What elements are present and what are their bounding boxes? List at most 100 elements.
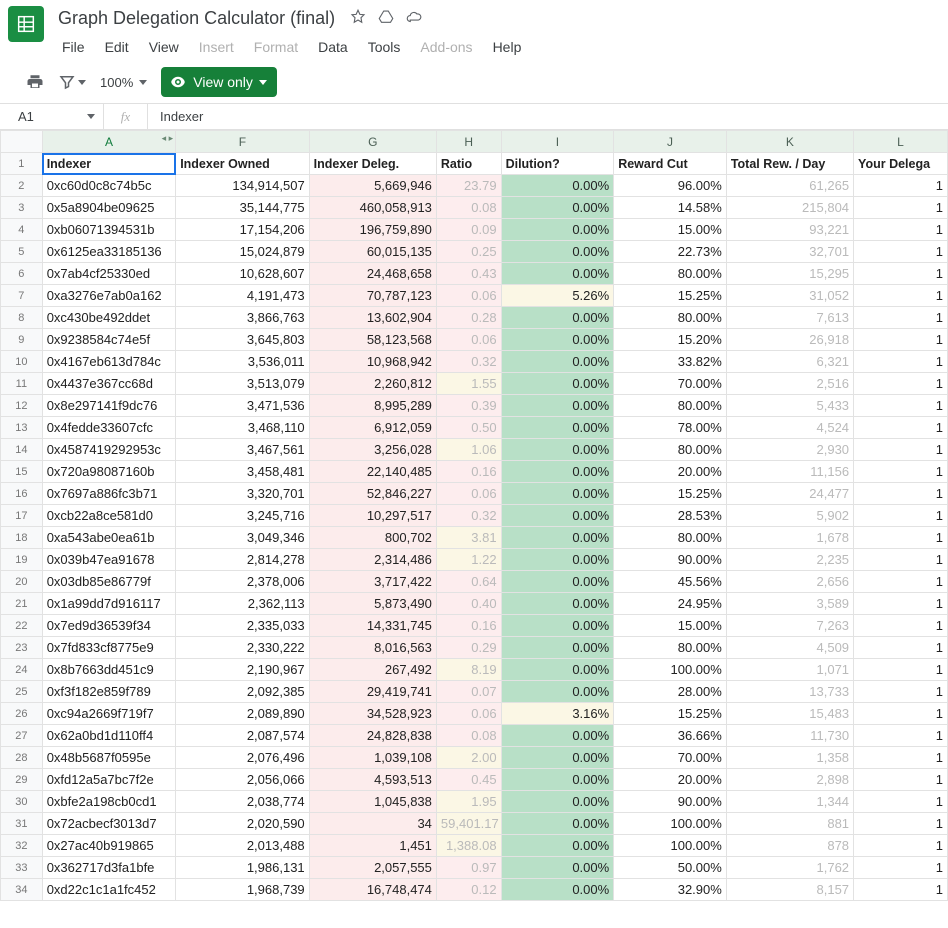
cell[interactable]: 2.00 bbox=[436, 747, 501, 769]
row-header[interactable]: 10 bbox=[1, 351, 43, 373]
name-box[interactable]: A1 bbox=[0, 104, 104, 129]
cell[interactable]: 8,995,289 bbox=[309, 395, 436, 417]
cell[interactable]: 70.00% bbox=[614, 747, 727, 769]
cloud-icon[interactable] bbox=[405, 8, 423, 29]
cell[interactable]: 0x7ab4cf25330ed bbox=[42, 263, 175, 285]
cell[interactable]: 0.09 bbox=[436, 219, 501, 241]
menu-help[interactable]: Help bbox=[485, 35, 530, 59]
cell[interactable]: 15.25% bbox=[614, 703, 727, 725]
cell[interactable]: 78.00% bbox=[614, 417, 727, 439]
cell[interactable]: 80.00% bbox=[614, 527, 727, 549]
cell[interactable]: 1 bbox=[854, 351, 948, 373]
row-header[interactable]: 6 bbox=[1, 263, 43, 285]
col-header-F[interactable]: F bbox=[176, 131, 309, 153]
cell[interactable]: 1 bbox=[854, 791, 948, 813]
cell[interactable]: 1 bbox=[854, 307, 948, 329]
cell[interactable]: 4,191,473 bbox=[176, 285, 309, 307]
cell[interactable]: 10,628,607 bbox=[176, 263, 309, 285]
cell[interactable]: 24,477 bbox=[726, 483, 853, 505]
cell[interactable]: 23.79 bbox=[436, 175, 501, 197]
cell[interactable]: 2,314,486 bbox=[309, 549, 436, 571]
cell[interactable]: 1 bbox=[854, 637, 948, 659]
cell[interactable]: 0xb06071394531b bbox=[42, 219, 175, 241]
cell[interactable]: 0x6125ea33185136 bbox=[42, 241, 175, 263]
cell[interactable]: 0.00% bbox=[501, 549, 614, 571]
cell[interactable]: 15.00% bbox=[614, 615, 727, 637]
cell[interactable]: 1 bbox=[854, 703, 948, 725]
cell[interactable]: 0.00% bbox=[501, 527, 614, 549]
cell[interactable]: 34,528,923 bbox=[309, 703, 436, 725]
cell[interactable]: 80.00% bbox=[614, 439, 727, 461]
print-icon[interactable] bbox=[26, 73, 44, 91]
cell[interactable]: 1 bbox=[854, 813, 948, 835]
cell[interactable]: 93,221 bbox=[726, 219, 853, 241]
cell[interactable]: 15,483 bbox=[726, 703, 853, 725]
row-header[interactable]: 15 bbox=[1, 461, 43, 483]
cell[interactable]: 0.00% bbox=[501, 791, 614, 813]
cell[interactable]: 5.26% bbox=[501, 285, 614, 307]
cell[interactable]: 31,052 bbox=[726, 285, 853, 307]
cell[interactable]: 1 bbox=[854, 461, 948, 483]
header-cell[interactable]: Indexer Deleg. bbox=[309, 153, 436, 175]
cell[interactable]: 0.08 bbox=[436, 197, 501, 219]
cell[interactable]: 1 bbox=[854, 417, 948, 439]
menu-file[interactable]: File bbox=[54, 35, 93, 59]
cell[interactable]: 878 bbox=[726, 835, 853, 857]
cell[interactable]: 460,058,913 bbox=[309, 197, 436, 219]
cell[interactable]: 100.00% bbox=[614, 659, 727, 681]
cell[interactable]: 215,804 bbox=[726, 197, 853, 219]
cell[interactable]: 22.73% bbox=[614, 241, 727, 263]
cell[interactable]: 0x039b47ea91678 bbox=[42, 549, 175, 571]
cell[interactable]: 8,157 bbox=[726, 879, 853, 901]
cell[interactable]: 0.16 bbox=[436, 461, 501, 483]
cell[interactable]: 1,762 bbox=[726, 857, 853, 879]
cell[interactable]: 0.08 bbox=[436, 725, 501, 747]
cell[interactable]: 10,968,942 bbox=[309, 351, 436, 373]
header-cell[interactable]: Reward Cut bbox=[614, 153, 727, 175]
formula-input[interactable] bbox=[148, 104, 948, 129]
cell[interactable]: 58,123,568 bbox=[309, 329, 436, 351]
view-only-button[interactable]: View only bbox=[161, 67, 277, 97]
col-header-L[interactable]: L bbox=[854, 131, 948, 153]
cell[interactable]: 0.00% bbox=[501, 681, 614, 703]
cell[interactable]: 5,433 bbox=[726, 395, 853, 417]
cell[interactable]: 2,235 bbox=[726, 549, 853, 571]
cell[interactable]: 0x4fedde33607cfc bbox=[42, 417, 175, 439]
cell[interactable]: 0.00% bbox=[501, 395, 614, 417]
cell[interactable]: 17,154,206 bbox=[176, 219, 309, 241]
row-header[interactable]: 8 bbox=[1, 307, 43, 329]
cell[interactable]: 1 bbox=[854, 879, 948, 901]
drive-icon[interactable] bbox=[377, 8, 395, 29]
row-header[interactable]: 7 bbox=[1, 285, 43, 307]
cell[interactable]: 3,513,079 bbox=[176, 373, 309, 395]
col-header-J[interactable]: J bbox=[614, 131, 727, 153]
cell[interactable]: 1.22 bbox=[436, 549, 501, 571]
cell[interactable]: 61,265 bbox=[726, 175, 853, 197]
row-header[interactable]: 26 bbox=[1, 703, 43, 725]
cell[interactable]: 2,330,222 bbox=[176, 637, 309, 659]
cell[interactable]: 0.00% bbox=[501, 417, 614, 439]
cell[interactable]: 28.53% bbox=[614, 505, 727, 527]
cell[interactable]: 0.39 bbox=[436, 395, 501, 417]
cell[interactable]: 2,056,066 bbox=[176, 769, 309, 791]
cell[interactable]: 15.25% bbox=[614, 285, 727, 307]
cell[interactable]: 0.00% bbox=[501, 659, 614, 681]
cell[interactable]: 0.97 bbox=[436, 857, 501, 879]
cell[interactable]: 1 bbox=[854, 835, 948, 857]
cell[interactable]: 0xc430be492ddet bbox=[42, 307, 175, 329]
cell[interactable]: 1,344 bbox=[726, 791, 853, 813]
cell[interactable]: 2,089,890 bbox=[176, 703, 309, 725]
cell[interactable]: 0xa543abe0ea61b bbox=[42, 527, 175, 549]
cell[interactable]: 0.00% bbox=[501, 725, 614, 747]
sheets-logo-icon[interactable] bbox=[8, 6, 44, 42]
cell[interactable]: 1 bbox=[854, 681, 948, 703]
cell[interactable]: 2,656 bbox=[726, 571, 853, 593]
cell[interactable]: 2,362,113 bbox=[176, 593, 309, 615]
cell[interactable]: 1,071 bbox=[726, 659, 853, 681]
cell[interactable]: 0.29 bbox=[436, 637, 501, 659]
cell[interactable]: 0x62a0bd1d110ff4 bbox=[42, 725, 175, 747]
cell[interactable]: 1 bbox=[854, 659, 948, 681]
cell[interactable]: 0.40 bbox=[436, 593, 501, 615]
cell[interactable]: 0x8e297141f9dc76 bbox=[42, 395, 175, 417]
cell[interactable]: 0.00% bbox=[501, 461, 614, 483]
